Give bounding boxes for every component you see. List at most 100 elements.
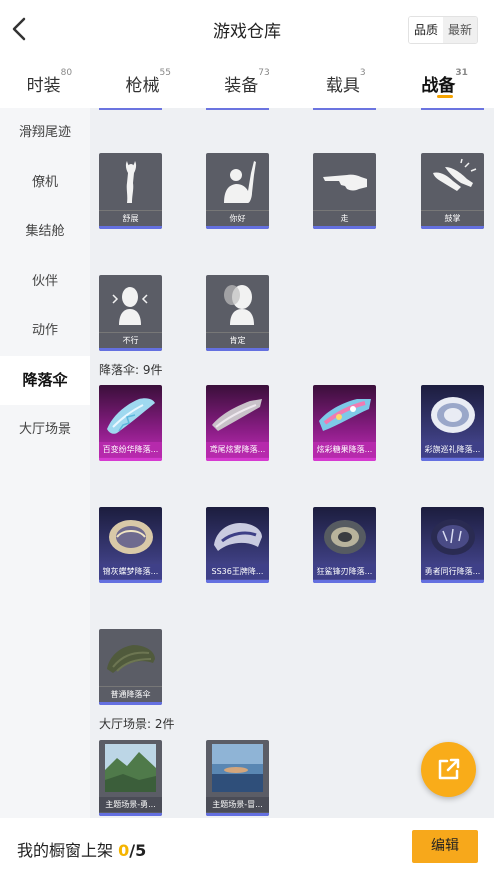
- tab-label: 载具: [325, 76, 360, 96]
- sort-latest-button[interactable]: 最新: [442, 17, 477, 43]
- item-edge: [421, 108, 484, 110]
- head-shake-icon: [112, 287, 148, 325]
- item-card[interactable]: 彩旗巡礼降落...: [421, 385, 484, 461]
- mountain-scene-image: [105, 744, 156, 792]
- sidebar: 滑翔尾迹 僚机 集结舱 伙伴 动作 降落伞 大厅场景: [0, 108, 90, 818]
- showcase-total: /5: [129, 841, 147, 860]
- tab-label: 战备: [421, 76, 456, 96]
- parachute-icon: [107, 398, 155, 434]
- item-name: 舒展: [99, 210, 162, 226]
- item-card[interactable]: 肯定: [206, 275, 269, 351]
- item-bar: [313, 226, 376, 229]
- item-name: 鼓掌: [421, 210, 484, 226]
- sidebar-item-emote[interactable]: 动作: [0, 306, 90, 356]
- item-card[interactable]: 炫彩糖果降落...: [313, 385, 376, 461]
- item-card[interactable]: 主题场景-勇...: [99, 740, 162, 816]
- tab-label: 时装: [26, 76, 61, 96]
- item-edge: [99, 108, 162, 110]
- item-bar: [206, 348, 269, 351]
- sea-scene-image: [212, 744, 263, 792]
- item-name: 普通降落伞: [99, 686, 162, 702]
- item-card[interactable]: 舒展: [99, 153, 162, 229]
- item-name: 鸢尾炫雾降落...: [206, 442, 269, 457]
- section-title-parachute: 降落伞: 9件: [99, 363, 163, 377]
- item-bar: [421, 458, 484, 461]
- tab-fashion[interactable]: 时装80: [0, 58, 99, 108]
- item-card[interactable]: 走: [313, 153, 376, 229]
- tab-battle-prep[interactable]: 战备31: [395, 58, 494, 108]
- sidebar-item-rally-pod[interactable]: 集结舱: [0, 207, 90, 257]
- parachute-icon: [431, 397, 475, 433]
- item-card[interactable]: 鸢尾炫雾降落...: [206, 385, 269, 461]
- item-bar: [99, 702, 162, 705]
- item-card[interactable]: 狂鲨锋刃降落...: [313, 507, 376, 583]
- item-name: 肯定: [206, 332, 269, 348]
- item-bar: [421, 580, 484, 583]
- item-name: 你好: [206, 210, 269, 226]
- item-card[interactable]: 鼓掌: [421, 153, 484, 229]
- parachute-icon: [319, 399, 371, 431]
- sidebar-item-parachute[interactable]: 降落伞: [0, 355, 90, 405]
- item-edge: [206, 108, 269, 110]
- item-card[interactable]: SS36王牌降...: [206, 507, 269, 583]
- stretch-pose-icon: [125, 161, 137, 203]
- item-bar: [99, 458, 162, 461]
- item-card[interactable]: 普通降落伞: [99, 629, 162, 705]
- item-bar: [206, 226, 269, 229]
- item-name: 不行: [99, 332, 162, 348]
- item-grid: 舒展 你好 走 鼓掌 不行 肯定 降落伞: 9件 百变纷华降落... 鸢尾炫雾降…: [90, 108, 494, 818]
- sidebar-item-companion[interactable]: 伙伴: [0, 257, 90, 307]
- item-card[interactable]: 主题场景-冒...: [206, 740, 269, 816]
- item-card[interactable]: 你好: [206, 153, 269, 229]
- item-bar: [313, 580, 376, 583]
- tab-vehicles[interactable]: 载具3: [296, 58, 395, 108]
- section-title-lobby-scene: 大厅场景: 2件: [99, 717, 175, 731]
- item-name: 百变纷华降落...: [99, 442, 162, 457]
- item-name: SS36王牌降...: [206, 564, 269, 579]
- showcase-status: 我的橱窗上架 0/5: [17, 837, 146, 861]
- tab-guns[interactable]: 枪械55: [99, 58, 198, 108]
- head-nod-icon: [224, 285, 254, 325]
- sidebar-item-lobby-scene[interactable]: 大厅场景: [0, 405, 90, 455]
- tab-label: 装备: [224, 76, 259, 96]
- tab-equipment[interactable]: 装备73: [198, 58, 297, 108]
- clapping-hands-icon: [433, 158, 477, 191]
- tab-count: 73: [258, 68, 270, 78]
- item-bar: [421, 226, 484, 229]
- item-name: 走: [313, 210, 376, 226]
- tab-count: 55: [159, 68, 171, 78]
- tab-count: 3: [359, 68, 366, 78]
- parachute-icon: [212, 399, 262, 431]
- sort-quality-button[interactable]: 品质: [408, 17, 443, 43]
- item-card[interactable]: 百变纷华降落...: [99, 385, 162, 461]
- tab-count: 80: [60, 68, 73, 78]
- item-bar: [99, 813, 162, 816]
- category-tabs: 时装80 枪械55 装备73 载具3 战备31: [0, 58, 494, 108]
- item-name: 彩旗巡礼降落...: [421, 442, 484, 457]
- pointing-hand-icon: [323, 174, 367, 191]
- item-bar: [99, 226, 162, 229]
- parachute-icon: [109, 520, 153, 554]
- parachute-icon: [107, 645, 155, 673]
- sidebar-item-glide-trail[interactable]: 滑翔尾迹: [0, 108, 90, 158]
- item-bar: [313, 458, 376, 461]
- showcase-label: 我的橱窗上架: [17, 841, 114, 860]
- footer-bar: 我的橱窗上架 0/5 编辑: [0, 818, 494, 875]
- showcase-current-count: 0: [118, 841, 130, 860]
- item-name: 炫彩糖果降落...: [313, 442, 376, 457]
- item-bar: [99, 348, 162, 351]
- item-card[interactable]: 锦灰蝶梦降落...: [99, 507, 162, 583]
- item-bar: [99, 580, 162, 583]
- header: 游戏仓库 品质 最新: [0, 0, 494, 58]
- item-name: 主题场景-冒...: [206, 797, 269, 812]
- edit-button[interactable]: 编辑: [412, 830, 478, 863]
- item-name: 狂鲨锋刃降落...: [313, 564, 376, 579]
- share-button[interactable]: [421, 742, 476, 797]
- parachute-icon: [431, 519, 475, 555]
- parachute-icon: [324, 520, 366, 554]
- external-share-icon: [438, 758, 460, 780]
- sidebar-item-wingman[interactable]: 僚机: [0, 158, 90, 208]
- item-card[interactable]: 勇者同行降落...: [421, 507, 484, 583]
- item-name: 主题场景-勇...: [99, 797, 162, 812]
- item-card[interactable]: 不行: [99, 275, 162, 351]
